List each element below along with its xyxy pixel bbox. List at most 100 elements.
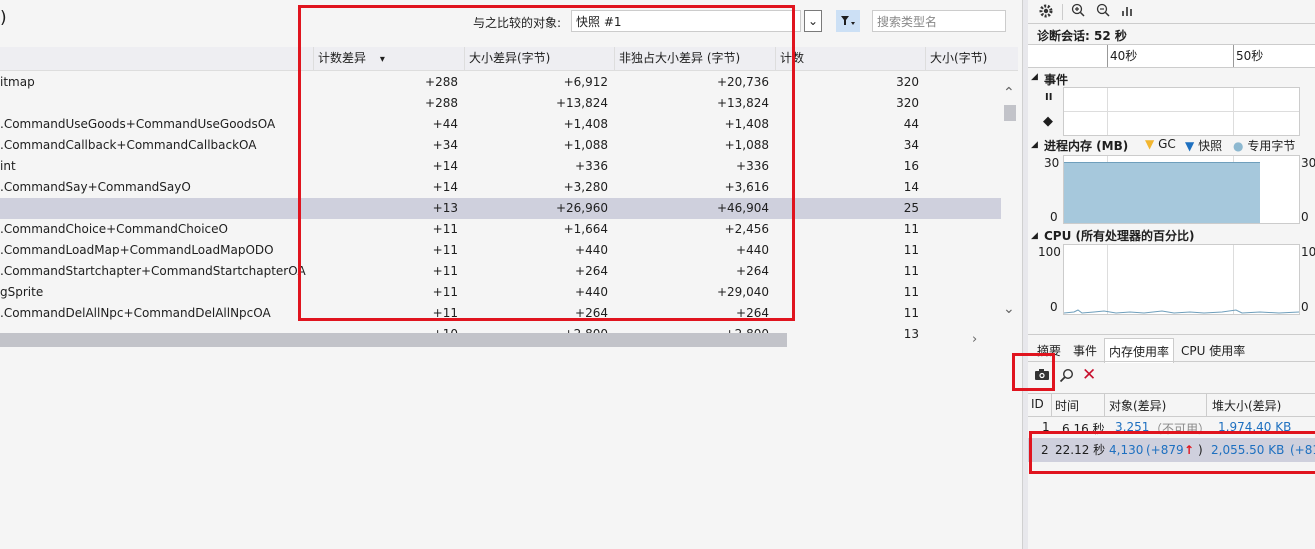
scroll-right-icon[interactable]: › xyxy=(972,332,977,347)
count-cell: 11 xyxy=(903,243,919,257)
count-cell: 11 xyxy=(903,222,919,236)
type-name xyxy=(0,93,313,114)
tab-memory-usage[interactable]: 内存使用率 xyxy=(1104,338,1175,363)
column-header-size[interactable]: 大小(字节) xyxy=(925,47,1018,70)
memory-y-min-right: 0 xyxy=(1301,210,1309,224)
vertical-scrollbar[interactable]: ⌃ ⌄ xyxy=(1002,85,1018,321)
memory-chart[interactable] xyxy=(1063,155,1300,224)
tab-strip-border xyxy=(1028,361,1315,362)
count-cell: 11 xyxy=(903,264,919,278)
gridline xyxy=(1107,88,1108,135)
cpu-usage-line xyxy=(1064,309,1299,314)
column-header-time[interactable]: 时间 xyxy=(1055,397,1079,414)
cpu-chart-title: CPU (所有处理器的百分比) xyxy=(1044,229,1195,243)
count-cell: 13 xyxy=(903,327,919,341)
memory-y-max: 30 xyxy=(1044,156,1060,170)
track-divider xyxy=(1064,111,1299,112)
type-name: .CommandSay+CommandSayO xyxy=(0,180,191,194)
ruler-label: 40秒 xyxy=(1110,49,1138,63)
memory-chart-title: 进程内存 (MB) xyxy=(1044,139,1129,153)
ruler-tick xyxy=(1233,45,1234,67)
table-header-border xyxy=(1028,416,1315,417)
count-cell: 16 xyxy=(903,159,919,173)
events-track[interactable] xyxy=(1063,87,1300,136)
cpu-y-min: 0 xyxy=(1050,300,1058,314)
tab-events[interactable]: 事件 xyxy=(1073,342,1097,359)
column-header-heap-diff[interactable]: 堆大小(差异) xyxy=(1212,397,1281,414)
highlight-box-diff-columns xyxy=(298,5,795,321)
type-search-input[interactable]: 搜索类型名 xyxy=(872,10,1006,32)
cpu-chart[interactable] xyxy=(1063,244,1300,315)
count-cell: 44 xyxy=(903,117,919,131)
column-header-id[interactable]: ID xyxy=(1031,397,1044,411)
count-cell: 34 xyxy=(903,138,919,152)
scroll-up-icon[interactable]: ⌃ xyxy=(1003,85,1015,101)
count-cell: 320 xyxy=(896,75,919,89)
table-top-border xyxy=(1028,393,1315,394)
vertical-scroll-thumb[interactable] xyxy=(1004,105,1016,121)
type-name: .CommandCallback+CommandCallbackOA xyxy=(0,138,257,152)
count-cell: 11 xyxy=(903,285,919,299)
column-header-objects-diff[interactable]: 对象(差异) xyxy=(1109,397,1166,414)
diamond-icon[interactable]: ◆ xyxy=(1043,114,1053,129)
snapshot-marker-icon: ▼ xyxy=(1185,139,1195,153)
search-icon[interactable] xyxy=(1059,368,1074,386)
toolbar-separator xyxy=(1062,4,1063,20)
zoom-out-icon[interactable] xyxy=(1096,3,1110,20)
chevron-down-icon[interactable]: ⌄ xyxy=(804,10,822,32)
legend-label: 专用字节 xyxy=(1247,139,1296,153)
highlight-box-snapshot-row xyxy=(1029,431,1315,474)
section-divider xyxy=(1028,334,1315,335)
horizontal-scroll-thumb[interactable] xyxy=(0,333,787,347)
legend-label: 快照 xyxy=(1198,139,1223,153)
scroll-down-icon[interactable]: ⌄ xyxy=(1003,301,1015,317)
gear-icon[interactable] xyxy=(1038,3,1054,22)
type-name: itmap xyxy=(0,75,35,89)
delete-icon[interactable]: ✕ xyxy=(1082,365,1096,385)
cpu-y-max: 100 xyxy=(1038,245,1061,259)
type-name: .CommandDelAllNpc+CommandDelAllNpcOA xyxy=(0,306,271,320)
legend-label: GC xyxy=(1158,137,1176,151)
count-cell: 25 xyxy=(903,201,919,215)
type-name: .CommandUseGoods+CommandUseGoodsOA xyxy=(0,117,276,131)
collapse-arrow-icon[interactable]: ◢ xyxy=(1031,72,1038,82)
highlight-box-snapshot-button xyxy=(1012,353,1055,391)
type-name: gSprite xyxy=(0,285,44,299)
memory-y-min: 0 xyxy=(1050,210,1058,224)
type-name: .CommandChoice+CommandChoiceO xyxy=(0,222,228,236)
collapse-arrow-icon[interactable]: ◢ xyxy=(1031,140,1038,150)
type-name: .CommandStartchapter+CommandStartchapter… xyxy=(0,264,306,278)
ruler-label: 50秒 xyxy=(1236,49,1264,63)
memory-y-max-right: 30 xyxy=(1301,156,1315,170)
private-bytes-area xyxy=(1064,162,1260,223)
column-divider xyxy=(1206,394,1207,416)
toolbar-border xyxy=(1028,23,1315,24)
diagnostic-tools-panel: 诊断会话: 52 秒 40秒 50秒 ◢ 事件 II ◆ ◢ 进程内存 (MB)… xyxy=(1012,0,1315,549)
gc-marker-icon: ▼ xyxy=(1145,137,1155,151)
type-name xyxy=(0,198,313,219)
panel-title-fragment: ) xyxy=(0,8,7,28)
column-divider xyxy=(1051,394,1052,416)
ruler-tick xyxy=(1107,45,1108,67)
filter-icon[interactable] xyxy=(836,10,860,32)
gridline xyxy=(1233,88,1234,135)
events-title: 事件 xyxy=(1044,73,1069,87)
timeline-ruler[interactable]: 40秒 50秒 xyxy=(1028,44,1315,68)
cpu-y-max-right: 100 xyxy=(1301,245,1315,259)
legend-gc: ▼ GC xyxy=(1145,137,1176,151)
type-name: .CommandLoadMap+CommandLoadMapODO xyxy=(0,243,274,257)
pause-icon[interactable]: II xyxy=(1045,92,1052,103)
legend-snapshot: ▼ 快照 xyxy=(1185,137,1222,154)
zoom-in-icon[interactable] xyxy=(1071,3,1085,20)
column-divider xyxy=(1104,394,1105,416)
column-header-count[interactable]: 计数 xyxy=(775,47,925,70)
count-cell: 14 xyxy=(903,180,919,194)
tab-cpu-usage[interactable]: CPU 使用率 xyxy=(1181,342,1245,359)
count-cell: 320 xyxy=(896,96,919,110)
type-name: int xyxy=(0,159,16,173)
chart-icon[interactable] xyxy=(1121,3,1135,20)
count-cell: 11 xyxy=(903,306,919,320)
private-bytes-marker-icon: ● xyxy=(1233,139,1244,153)
cpu-y-min-right: 0 xyxy=(1301,300,1309,314)
collapse-arrow-icon[interactable]: ◢ xyxy=(1031,231,1038,241)
